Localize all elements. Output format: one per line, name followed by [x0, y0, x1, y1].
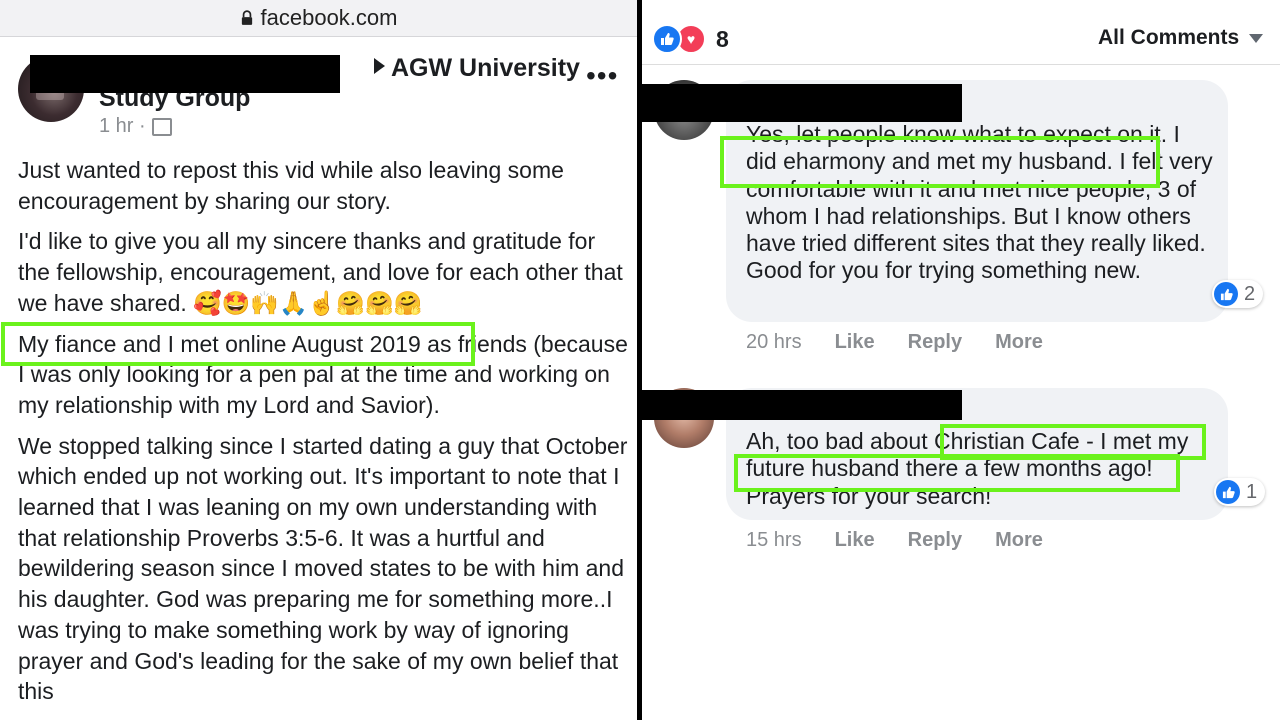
reply-button[interactable]: Reply: [908, 331, 962, 354]
like-reaction-icon: [652, 24, 682, 54]
comment-actions: 20 hrs Like Reply More: [746, 331, 1076, 354]
post-body: Just wanted to repost this vid while als…: [18, 155, 628, 717]
group-name-line1: AGW University: [391, 54, 580, 82]
comment-timestamp[interactable]: 15 hrs: [746, 529, 802, 552]
browser-url-bar[interactable]: facebook.com: [0, 0, 638, 37]
caret-down-icon: [1249, 33, 1264, 43]
like-button[interactable]: Like: [835, 529, 875, 552]
comment-timestamp[interactable]: 20 hrs: [746, 331, 802, 354]
highlight-box: [734, 454, 1180, 492]
redaction-bar: [642, 390, 962, 420]
group-privacy-icon: [151, 117, 172, 136]
reply-button[interactable]: Reply: [908, 529, 962, 552]
comment-reaction-count: 1: [1246, 480, 1258, 503]
comment-filter-dropdown[interactable]: All Comments: [1098, 26, 1264, 50]
comments-pane: ♥ 8 All Comments Yes, let people know wh…: [642, 0, 1280, 720]
post-timestamp: 1 hr ·: [99, 115, 172, 138]
post-time-text: 1 hr ·: [99, 115, 146, 137]
reaction-count: 8: [716, 25, 729, 52]
post-paragraph: Just wanted to repost this vid while als…: [18, 157, 564, 214]
comment-reactions[interactable]: 2: [1212, 280, 1264, 308]
post-paragraph: We stopped talking since I started datin…: [18, 432, 628, 705]
more-button[interactable]: More: [995, 331, 1043, 354]
triangle-right-icon: [374, 58, 385, 74]
reaction-summary[interactable]: ♥ 8: [652, 24, 729, 54]
comment-actions: 15 hrs Like Reply More: [746, 529, 1076, 552]
group-name-link[interactable]: AGW University: [374, 54, 580, 83]
highlight-box: [720, 136, 1160, 188]
more-button[interactable]: More: [995, 529, 1043, 552]
comment-filter-label: All Comments: [1098, 26, 1240, 49]
redaction-bar: [30, 55, 340, 93]
divider: [642, 64, 1280, 65]
post-pane: facebook.com AGW University Study Group …: [0, 0, 638, 720]
lock-icon: [241, 10, 252, 25]
like-reaction-icon: [1216, 480, 1240, 504]
post-options-button[interactable]: •••: [586, 60, 618, 92]
comment-reaction-count: 2: [1244, 282, 1256, 305]
redaction-bar: [642, 84, 962, 122]
like-reaction-icon: [1214, 282, 1238, 306]
comment-reactions[interactable]: 1: [1214, 478, 1266, 506]
post-paragraph: I'd like to give you all my sincere than…: [18, 228, 623, 316]
highlight-box: [1, 322, 475, 366]
url-text: facebook.com: [260, 5, 398, 30]
like-button[interactable]: Like: [835, 331, 875, 354]
